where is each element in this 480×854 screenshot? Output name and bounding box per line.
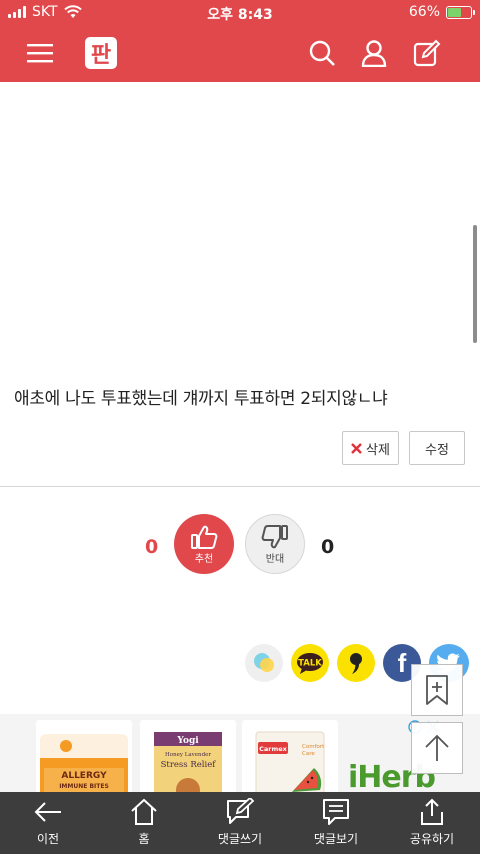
downvote-label: 반대 — [265, 553, 285, 565]
app-header: 판 — [0, 24, 480, 82]
scroll-top-button[interactable] — [411, 722, 463, 774]
ad-product-allergy[interactable]: ALLERGY IMMUNE BITES — [36, 720, 132, 792]
thumbs-up-icon — [191, 525, 218, 549]
kakaotalk-share-icon[interactable]: TALK — [291, 644, 329, 682]
downvote-button[interactable]: 반대 — [245, 514, 305, 574]
thumbs-down-icon — [261, 524, 288, 548]
svg-text:IMMUNE BITES: IMMUNE BITES — [59, 783, 109, 790]
bookmark-add-button[interactable] — [411, 664, 463, 716]
divider — [0, 486, 480, 487]
share-icon — [421, 798, 443, 825]
svg-text:Care: Care — [302, 751, 315, 757]
user-icon[interactable] — [356, 35, 392, 71]
battery-percent: 66% — [408, 4, 440, 20]
prev-button[interactable]: 이전 — [0, 792, 96, 854]
delete-label: 삭제 — [366, 442, 390, 458]
delete-button[interactable]: 삭제 — [342, 431, 399, 465]
downvote-count: 0 — [321, 536, 335, 558]
logo[interactable]: 판 — [84, 36, 118, 70]
home-label: 홈 — [138, 832, 150, 846]
post-content: 애초에 나도 투표했는데 걔까지 투표하면 2되지않ㄴ냐 — [14, 389, 388, 409]
scrollbar[interactable] — [473, 225, 477, 343]
upvote-label: 추천 — [194, 553, 214, 565]
svg-text:Stress Relief: Stress Relief — [161, 760, 217, 770]
svg-text:판: 판 — [91, 43, 111, 68]
ad-product-carmex[interactable]: Carmex Comfort Care — [242, 720, 338, 792]
share-label: 공유하기 — [409, 832, 455, 846]
upvote-button[interactable]: 추천 — [174, 514, 234, 574]
comments-icon — [323, 799, 349, 825]
share-button[interactable]: 공유하기 — [384, 792, 480, 854]
menu-icon[interactable] — [22, 35, 58, 71]
svg-text:Yogi: Yogi — [176, 736, 199, 746]
bookmark-plus-icon — [426, 675, 448, 705]
write-icon[interactable] — [409, 35, 445, 71]
edit-label: 수정 — [425, 442, 449, 458]
kakaostory-share-icon[interactable] — [245, 644, 283, 682]
home-icon — [131, 798, 157, 825]
kakaopage-share-icon[interactable] — [337, 644, 375, 682]
ad-banner[interactable]: ALLERGY IMMUNE BITES Yogi Honey Lavender… — [0, 714, 480, 792]
write-comment-label: 댓글쓰기 — [217, 832, 263, 846]
search-icon[interactable] — [304, 35, 340, 71]
write-comment-icon — [227, 798, 255, 824]
bottom-toolbar: 이전 홈 댓글쓰기 댓글보기 공유하기 — [0, 792, 480, 854]
status-bar: SKT 오후 8:43 66% — [0, 0, 480, 24]
prev-label: 이전 — [36, 832, 60, 846]
svg-text:Honey Lavender: Honey Lavender — [165, 752, 211, 758]
battery-icon — [446, 5, 475, 19]
x-icon — [351, 442, 362, 454]
view-comments-label: 댓글보기 — [313, 832, 359, 846]
view-comments-button[interactable]: 댓글보기 — [288, 792, 384, 854]
back-arrow-icon — [34, 802, 61, 822]
svg-text:ALLERGY: ALLERGY — [61, 771, 107, 781]
edit-button[interactable]: 수정 — [409, 431, 465, 465]
svg-text:Comfort: Comfort — [302, 744, 325, 750]
upvote-count: 0 — [145, 536, 159, 558]
ad-product-yogi[interactable]: Yogi Honey Lavender Stress Relief — [140, 720, 236, 792]
write-comment-button[interactable]: 댓글쓰기 — [192, 792, 288, 854]
arrow-up-icon — [425, 734, 449, 761]
svg-text:Carmex: Carmex — [259, 745, 288, 753]
home-button[interactable]: 홈 — [96, 792, 192, 854]
svg-text:TALK: TALK — [298, 659, 322, 669]
